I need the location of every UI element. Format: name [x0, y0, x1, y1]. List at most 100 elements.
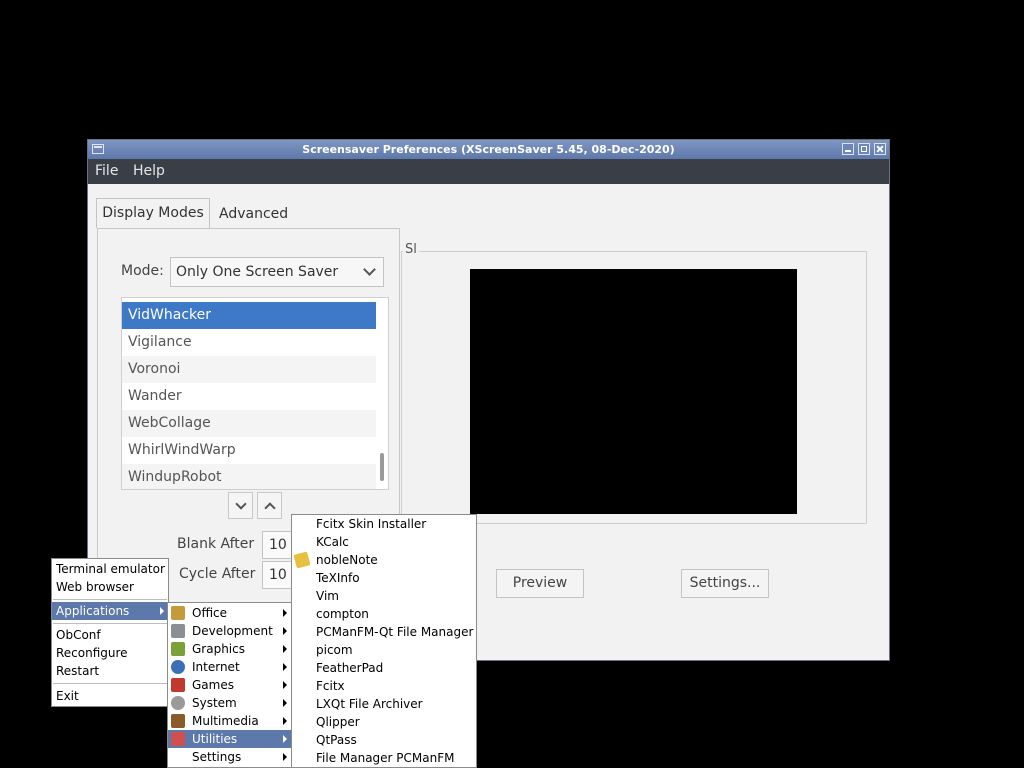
settings-button[interactable]: Settings...: [681, 569, 769, 598]
menu-item-qtpass[interactable]: QtPass: [292, 731, 476, 749]
menu-item-internet[interactable]: Internet: [168, 658, 291, 676]
list-item[interactable]: WebCollage: [122, 410, 376, 437]
menu-item-exit[interactable]: Exit: [52, 687, 168, 705]
next-saver-button[interactable]: [228, 492, 253, 519]
tab-advanced[interactable]: Advanced: [219, 204, 288, 224]
menu-item-graphics[interactable]: Graphics: [168, 640, 291, 658]
menu-item-vim[interactable]: Vim: [292, 587, 476, 605]
menu-separator: [53, 599, 167, 600]
menu-item-pcmanfm[interactable]: File Manager PCManFM: [292, 749, 476, 767]
menu-item-reconfigure[interactable]: Reconfigure: [52, 644, 168, 662]
root-menu: Terminal emulator Web browser Applicatio…: [51, 558, 169, 707]
menu-item-label: Vim: [316, 589, 339, 603]
title-bar[interactable]: Screensaver Preferences (XScreenSaver 5.…: [88, 140, 889, 159]
menu-item-pcmanfm-qt[interactable]: PCManFM-Qt File Manager: [292, 623, 476, 641]
menu-item-browser[interactable]: Web browser: [52, 578, 168, 596]
menu-item-kcalc[interactable]: KCalc: [292, 533, 476, 551]
menu-item-terminal[interactable]: Terminal emulator: [52, 560, 168, 578]
menu-item-games[interactable]: Games: [168, 676, 291, 694]
applications-menu: Office Development Graphics Internet Gam…: [167, 602, 292, 768]
menu-item-label: PCManFM-Qt File Manager: [316, 625, 474, 639]
menu-item-fcitx[interactable]: Fcitx: [292, 677, 476, 695]
menu-item-label: Settings: [192, 750, 242, 764]
menu-item-featherpad[interactable]: FeatherPad: [292, 659, 476, 677]
close-icon[interactable]: [874, 143, 886, 155]
submenu-arrow-icon: [283, 609, 287, 617]
utilities-icon: [171, 732, 185, 746]
maximize-icon[interactable]: [858, 143, 870, 155]
menu-item-label: Internet: [192, 660, 240, 674]
chevron-up-icon: [264, 502, 276, 514]
window-menu-icon[interactable]: [92, 144, 104, 154]
previous-saver-button[interactable]: [257, 492, 282, 519]
submenu-arrow-icon: [283, 735, 287, 743]
menu-item-label: File Manager PCManFM: [316, 751, 455, 765]
menu-item-label: Qlipper: [316, 715, 360, 729]
screensaver-preferences-window: Screensaver Preferences (XScreenSaver 5.…: [87, 139, 890, 662]
menu-item-fcitx-skin-installer[interactable]: Fcitx Skin Installer: [292, 515, 476, 533]
menu-item-texinfo[interactable]: TeXInfo: [292, 569, 476, 587]
menu-item-restart[interactable]: Restart: [52, 662, 168, 680]
menu-item-label: Development: [192, 624, 273, 638]
list-item[interactable]: WindupRobot: [122, 464, 376, 489]
menu-item-multimedia[interactable]: Multimedia: [168, 712, 291, 730]
system-icon: [171, 696, 185, 710]
menu-help[interactable]: Help: [133, 163, 165, 179]
menu-item-label: LXQt File Archiver: [316, 697, 423, 711]
menu-item-label: Fcitx: [316, 679, 345, 693]
preview-button[interactable]: Preview: [496, 569, 584, 598]
menu-item-picom[interactable]: picom: [292, 641, 476, 659]
menu-item-lxqt-archiver[interactable]: LXQt File Archiver: [292, 695, 476, 713]
menu-item-label: FeatherPad: [316, 661, 384, 675]
menu-item-applications[interactable]: Applications: [52, 602, 168, 620]
window-title: Screensaver Preferences (XScreenSaver 5.…: [302, 143, 675, 156]
scrollbar-thumb[interactable]: [380, 453, 384, 481]
mode-label: Mode:: [121, 263, 164, 279]
tab-display-modes[interactable]: Display Modes: [96, 198, 210, 228]
minimize-icon[interactable]: [842, 143, 854, 155]
menu-separator: [53, 683, 167, 684]
chevron-down-icon: [363, 263, 376, 276]
submenu-arrow-icon: [160, 607, 164, 615]
submenu-arrow-icon: [283, 627, 287, 635]
menu-item-system[interactable]: System: [168, 694, 291, 712]
menu-item-settings[interactable]: Settings: [168, 748, 291, 766]
submenu-arrow-icon: [283, 717, 287, 725]
list-item[interactable]: Wander: [122, 383, 376, 410]
list-item[interactable]: WhirlWindWarp: [122, 437, 376, 464]
menu-item-office[interactable]: Office: [168, 604, 291, 622]
menu-bar: File Help: [88, 159, 889, 184]
development-icon: [171, 624, 185, 638]
menu-item-label: Utilities: [192, 732, 238, 746]
menu-item-obconf[interactable]: ObConf: [52, 626, 168, 644]
cycle-after-label: Cycle After: [179, 566, 256, 582]
games-icon: [171, 678, 185, 692]
menu-separator: [53, 623, 167, 624]
menu-item-label: Multimedia: [192, 714, 259, 728]
list-item[interactable]: Voronoi: [122, 356, 376, 383]
menu-item-noblenote[interactable]: nobleNote: [292, 551, 476, 569]
menu-item-compton[interactable]: compton: [292, 605, 476, 623]
menu-item-label: Graphics: [192, 642, 245, 656]
list-item[interactable]: VidWhacker: [122, 302, 376, 329]
mode-value: Only One Screen Saver: [176, 264, 339, 280]
menu-file[interactable]: File: [95, 163, 118, 179]
menu-item-utilities[interactable]: Utilities: [168, 730, 291, 748]
menu-item-label: KCalc: [316, 535, 349, 549]
menu-item-qlipper[interactable]: Qlipper: [292, 713, 476, 731]
submenu-arrow-icon: [283, 681, 287, 689]
list-item[interactable]: Vigilance: [122, 329, 376, 356]
submenu-arrow-icon: [283, 663, 287, 671]
menu-item-label: compton: [316, 607, 369, 621]
multimedia-icon: [171, 714, 185, 728]
menu-item-development[interactable]: Development: [168, 622, 291, 640]
note-icon: [293, 551, 311, 569]
screensaver-list[interactable]: VidWhacker Vigilance Voronoi Wander WebC…: [121, 297, 389, 490]
mode-dropdown[interactable]: Only One Screen Saver: [170, 257, 384, 287]
menu-item-label: Applications: [56, 604, 130, 618]
menu-item-label: Office: [192, 606, 228, 620]
menu-item-label: System: [192, 696, 237, 710]
menu-item-label: TeXInfo: [316, 571, 360, 585]
menu-item-label: Games: [192, 678, 234, 692]
menu-item-label: nobleNote: [316, 553, 378, 567]
